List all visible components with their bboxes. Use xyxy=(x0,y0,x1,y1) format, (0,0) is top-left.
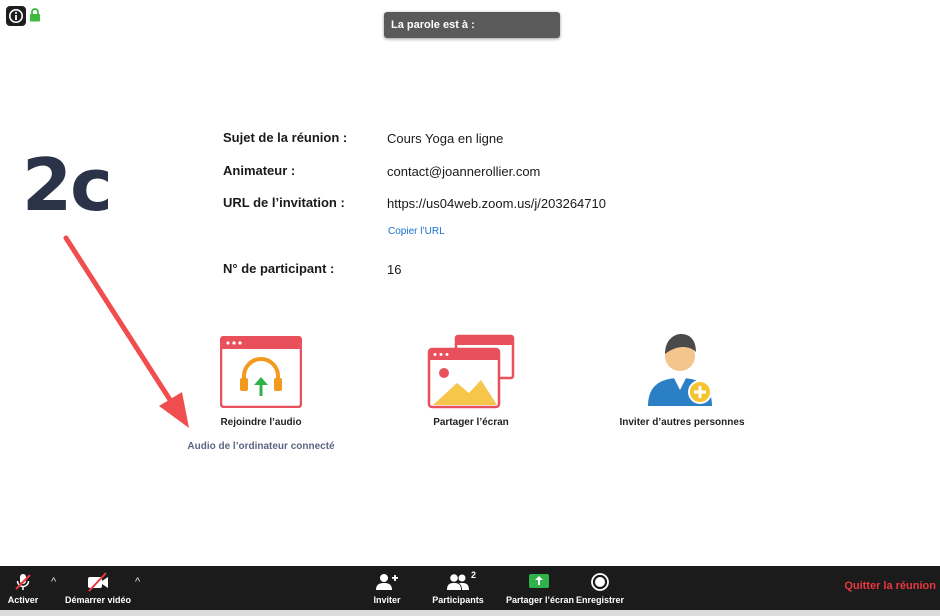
invite-url-label: URL de l’invitation : xyxy=(223,195,345,210)
step-label: 2c xyxy=(22,143,113,227)
participant-id-value: 16 xyxy=(387,262,402,277)
share-screen-toolbar-button[interactable]: Partager l’écran xyxy=(506,566,574,610)
participants-icon xyxy=(447,574,469,590)
share-screen-button[interactable] xyxy=(427,334,515,410)
share-screen-arrow-icon xyxy=(529,574,549,588)
microphone-muted-icon xyxy=(15,574,31,590)
start-video-button[interactable]: Démarrer vidéo xyxy=(62,566,134,610)
participants-count: 2 xyxy=(471,570,477,580)
host-label: Animateur : xyxy=(223,163,296,178)
share-screen-icon xyxy=(427,334,515,409)
host-value: contact@joannerollier.com xyxy=(387,164,541,179)
meeting-toolbar: Activer ^ Démarrer vidéo ^ Inviter 2 Par… xyxy=(0,566,940,616)
annotation-arrow xyxy=(63,235,189,428)
participant-id-label: N° de participant : xyxy=(223,261,335,276)
share-screen-label: Partager l’écran xyxy=(433,417,509,428)
leave-meeting-button[interactable]: Quitter la réunion xyxy=(844,580,936,592)
window-bottom-edge xyxy=(0,610,940,616)
invite-others-button[interactable] xyxy=(644,330,720,412)
join-audio-label: Rejoindre l’audio xyxy=(220,417,302,428)
invite-others-label: Inviter d’autres personnes xyxy=(619,417,745,428)
video-camera-off-icon xyxy=(88,572,108,592)
topic-value: Cours Yoga en ligne xyxy=(387,131,504,146)
video-options-caret-icon[interactable]: ^ xyxy=(135,576,140,588)
invite-url-value: https://us04web.zoom.us/j/203264710 xyxy=(387,196,606,211)
record-icon xyxy=(591,573,609,591)
info-icon xyxy=(9,9,23,23)
invite-person-icon xyxy=(648,334,712,406)
unmute-button[interactable]: Activer xyxy=(0,566,46,610)
headphones-upload-icon xyxy=(219,335,303,409)
active-speaker-banner: La parole est à : xyxy=(384,12,560,38)
audio-options-caret-icon[interactable]: ^ xyxy=(51,576,56,588)
lock-icon[interactable] xyxy=(29,8,41,22)
copy-url-link[interactable]: Copier l’URL xyxy=(388,226,445,237)
join-audio-sublabel: Audio de l’ordinateur connecté xyxy=(187,441,335,452)
join-audio-button[interactable] xyxy=(219,335,303,409)
invite-toolbar-button[interactable]: Inviter xyxy=(362,566,412,610)
topic-label: Sujet de la réunion : xyxy=(223,130,348,145)
add-user-icon xyxy=(376,574,398,590)
participants-button[interactable]: 2 Participants xyxy=(430,566,486,610)
meeting-info-button[interactable] xyxy=(6,6,26,26)
record-button[interactable]: Enregistrer xyxy=(576,566,624,610)
